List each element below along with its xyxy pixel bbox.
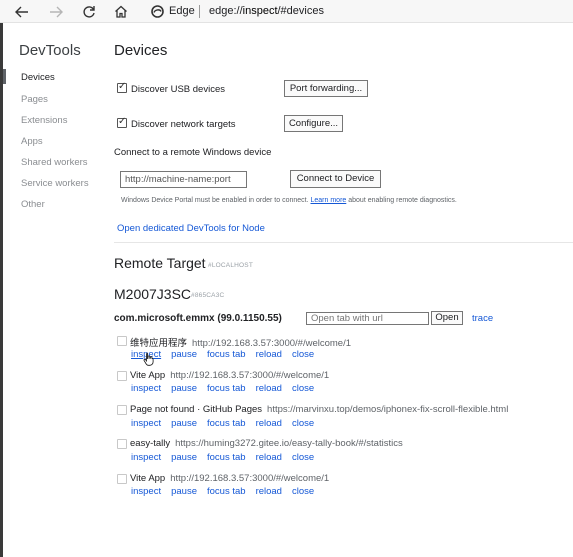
- portal-note-text-2: about enabling remote diagnostics.: [348, 197, 457, 204]
- close-link[interactable]: close: [292, 349, 314, 360]
- page-favicon-placeholder: [117, 474, 127, 484]
- device-id: #865CA3C: [191, 292, 225, 299]
- pause-link[interactable]: pause: [171, 486, 197, 497]
- connect-to-device-button[interactable]: Connect to Device: [290, 170, 381, 188]
- discover-network-checkbox[interactable]: [117, 116, 127, 128]
- page-favicon-placeholder: [117, 371, 127, 381]
- discover-network-label: Discover network targets: [131, 119, 236, 130]
- page-title-text: 维特应用程序: [130, 338, 188, 349]
- close-link[interactable]: close: [292, 383, 314, 394]
- portal-note: Windows Device Portal must be enabled in…: [121, 197, 457, 204]
- focus-tab-link[interactable]: focus tab: [207, 383, 246, 394]
- page-url: http://192.168.3.57:3000/#/welcome/1: [192, 338, 351, 349]
- configure-button[interactable]: Configure...: [284, 115, 343, 132]
- portal-note-text: Windows Device Portal must be enabled in…: [121, 197, 309, 204]
- back-arrow-icon[interactable]: [13, 3, 31, 20]
- machine-address-input[interactable]: http://machine-name:port: [120, 171, 247, 188]
- list-item: 维特应用程序 http://192.168.3.57:3000/#/welcome…: [130, 335, 351, 349]
- trace-link[interactable]: trace: [472, 313, 493, 324]
- focus-tab-link[interactable]: focus tab: [207, 452, 246, 463]
- sidebar-item-other[interactable]: Other: [21, 199, 45, 210]
- address-bar-url[interactable]: edge://inspect/#devices: [209, 5, 324, 17]
- edge-logo-icon: [150, 3, 164, 20]
- url-prefix: edge://: [209, 5, 243, 17]
- page-favicon-placeholder: [117, 336, 127, 346]
- discover-usb-label: Discover USB devices: [131, 84, 225, 95]
- reload-link[interactable]: reload: [256, 486, 282, 497]
- address-separator: [199, 5, 200, 18]
- inspect-link[interactable]: inspect: [131, 383, 161, 394]
- inspect-link[interactable]: inspect: [131, 418, 161, 429]
- page-actions: inspect pause focus tab reload close: [131, 452, 324, 463]
- page-title: Devices: [114, 42, 168, 59]
- page-title-text: easy-tally: [130, 438, 171, 449]
- home-icon[interactable]: [112, 3, 130, 20]
- page-favicon-placeholder: [117, 405, 127, 415]
- sidebar-item-apps[interactable]: Apps: [21, 136, 43, 147]
- focus-tab-link[interactable]: focus tab: [207, 349, 246, 360]
- page-title-text: Vite App: [130, 473, 166, 484]
- pause-link[interactable]: pause: [171, 349, 197, 360]
- page-url: http://192.168.3.57:3000/#/welcome/1: [170, 473, 330, 484]
- sidebar-item-pages[interactable]: Pages: [21, 94, 48, 105]
- sidebar-title: DevTools: [19, 42, 81, 59]
- focus-tab-link[interactable]: focus tab: [207, 486, 246, 497]
- page-actions: inspect pause focus tab reload close: [131, 418, 324, 429]
- page-url: https://huming3272.gitee.io/easy-tally-b…: [175, 438, 403, 449]
- forward-arrow-icon[interactable]: [47, 3, 65, 20]
- pause-link[interactable]: pause: [171, 383, 197, 394]
- page-url: http://192.168.3.57:3000/#/welcome/1: [170, 370, 330, 381]
- close-link[interactable]: close: [292, 452, 314, 463]
- list-item: Page not found · GitHub Pages https://mar…: [130, 404, 508, 415]
- url-host: inspect: [242, 5, 278, 17]
- pause-link[interactable]: pause: [171, 452, 197, 463]
- refresh-icon[interactable]: [80, 3, 98, 20]
- page-url: https://marvinxu.top/demos/iphonex-fix-s…: [267, 404, 509, 415]
- list-item: Vite App http://192.168.3.57:3000/#/welco…: [130, 370, 329, 381]
- sidebar-active-indicator: [3, 69, 6, 84]
- learn-more-link[interactable]: Learn more: [311, 197, 347, 204]
- inspect-link[interactable]: inspect: [131, 452, 161, 463]
- remote-target-tag: #LOCALHOST: [208, 262, 253, 269]
- close-link[interactable]: close: [292, 486, 314, 497]
- remote-target-title: Remote Target: [114, 255, 206, 271]
- page-title-text: Vite App: [130, 370, 166, 381]
- page-favicon-placeholder: [117, 439, 127, 449]
- sidebar-item-service-workers[interactable]: Service workers: [21, 178, 89, 189]
- focus-tab-link[interactable]: focus tab: [207, 418, 246, 429]
- sidebar-item-extensions[interactable]: Extensions: [21, 115, 67, 126]
- page-title-text: Page not found · GitHub Pages: [130, 404, 263, 415]
- edge-label: Edge: [169, 5, 195, 17]
- page-actions: inspect pause focus tab reload close: [131, 383, 324, 394]
- reload-link[interactable]: reload: [256, 383, 282, 394]
- sidebar-item-devices[interactable]: Devices: [21, 72, 55, 83]
- browser-toolbar: Edge edge://inspect/#devices: [0, 0, 573, 23]
- port-forwarding-button[interactable]: Port forwarding...: [284, 80, 368, 97]
- window-left-border: [0, 23, 3, 557]
- connect-remote-title: Connect to a remote Windows device: [114, 147, 272, 158]
- list-item: Vite App http://192.168.3.57:3000/#/welco…: [130, 473, 329, 484]
- inspect-link[interactable]: inspect: [131, 486, 161, 497]
- reload-link[interactable]: reload: [256, 349, 282, 360]
- close-link[interactable]: close: [292, 418, 314, 429]
- pause-link[interactable]: pause: [171, 418, 197, 429]
- open-tab-button[interactable]: Open: [431, 311, 463, 325]
- open-node-devtools-link[interactable]: Open dedicated DevTools for Node: [117, 223, 265, 234]
- discover-usb-checkbox[interactable]: [117, 81, 127, 93]
- reload-link[interactable]: reload: [256, 452, 282, 463]
- list-item: easy-tally https://huming3272.gitee.io/ea…: [130, 438, 403, 449]
- reload-link[interactable]: reload: [256, 418, 282, 429]
- browser-name: com.microsoft.emmx (99.0.1150.55): [114, 313, 282, 324]
- page-actions: inspect pause focus tab reload close: [131, 349, 324, 360]
- device-name: M2007J3SC: [114, 286, 192, 302]
- url-suffix: /#devices: [277, 5, 324, 17]
- page-actions: inspect pause focus tab reload close: [131, 486, 324, 497]
- hand-cursor-icon: [143, 352, 154, 369]
- section-divider: [114, 242, 573, 243]
- open-tab-url-input[interactable]: [306, 312, 429, 325]
- sidebar-item-shared-workers[interactable]: Shared workers: [21, 157, 88, 168]
